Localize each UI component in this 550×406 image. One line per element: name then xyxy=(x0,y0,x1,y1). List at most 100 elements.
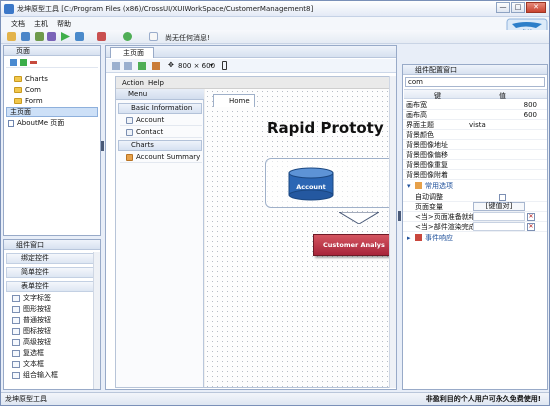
prop-auto-adjust[interactable]: 自动调整 xyxy=(403,192,547,202)
tab-main-page[interactable]: 主页面 xyxy=(110,47,154,58)
prop-on-ready[interactable]: <当>页面准备就绪 ✕ xyxy=(403,212,547,222)
prototype-frame: Action Help Menu Basic Information Accou… xyxy=(115,76,393,388)
minimize-button[interactable]: — xyxy=(496,2,510,13)
config-header-row: 键 值 xyxy=(404,89,547,100)
advanced-button-icon xyxy=(12,339,20,346)
component-button[interactable]: 普通按钮 xyxy=(12,315,51,326)
preview-icon[interactable] xyxy=(152,62,160,70)
combo-input-icon xyxy=(12,372,20,379)
page-vars-value[interactable]: [键值对] xyxy=(473,202,525,211)
group-basic-information[interactable]: Basic Information xyxy=(118,103,202,114)
component-advanced-button[interactable]: 高级按钮 xyxy=(12,337,51,348)
editor-area: 主页面 ✥ 800 × 600 ▾ Action Help Menu Basic… xyxy=(105,45,397,390)
tree-item-aboutme[interactable]: AboutMe 页面 xyxy=(8,118,64,128)
deploy-icon[interactable] xyxy=(75,32,84,41)
right-splitter-handle[interactable] xyxy=(398,211,401,221)
section-common-options[interactable]: ▾ 常用选项 xyxy=(403,181,547,191)
prop-bg-offset[interactable]: 背景图像偏移 xyxy=(403,150,547,160)
menu-help[interactable]: 帮助 xyxy=(57,19,71,29)
tree-item-form[interactable]: Form xyxy=(14,96,43,106)
prototype-sidebar-title: Menu xyxy=(116,89,204,100)
section-simple-controls[interactable]: 简单控件 xyxy=(6,267,100,278)
globe-icon[interactable] xyxy=(123,32,132,41)
tree-item-main-page[interactable]: 主页面 xyxy=(6,107,98,117)
save-all-icon[interactable] xyxy=(47,32,56,41)
prop-canvas-height[interactable]: 画布高 600 xyxy=(403,110,547,120)
prop-bg-repeat[interactable]: 背景图像重复 xyxy=(403,160,547,170)
left-splitter-handle[interactable] xyxy=(101,141,104,151)
open-icon[interactable] xyxy=(21,32,30,41)
component-combo-input[interactable]: 组合输入框 xyxy=(12,370,58,381)
database-shape[interactable]: Account xyxy=(288,167,334,201)
events-icon xyxy=(415,234,422,241)
prop-bg-attach[interactable]: 背景图像附着 xyxy=(403,170,547,180)
status-right: 非盈利目的个人用户可永久免费使用! xyxy=(425,395,541,403)
component-textbox[interactable]: 文本框 xyxy=(12,359,44,370)
size-dropdown-icon[interactable]: ▾ xyxy=(210,62,213,69)
message-icon xyxy=(149,32,158,41)
status-message: 尚无任何消息! xyxy=(165,34,210,42)
window-title: 龙坤原型工具 [C:/Program Files (x86)/CrossUI/X… xyxy=(17,5,314,13)
tree-item-charts[interactable]: Charts xyxy=(14,74,48,84)
prototype-canvas: Home Rapid Prototy Account Customer Anal… xyxy=(205,89,392,387)
new-icon[interactable] xyxy=(7,32,16,41)
prop-canvas-width[interactable]: 画布宽 800 xyxy=(403,100,547,110)
nav-account-summary[interactable]: Account Summary xyxy=(120,152,202,163)
component-image-button[interactable]: 图形按钮 xyxy=(12,304,51,315)
component-text-label[interactable]: 文字标签 xyxy=(12,293,51,304)
proto-menu-help[interactable]: Help xyxy=(148,79,164,87)
main-toolbar: 尚无任何消息! xyxy=(1,30,549,44)
device-icon[interactable] xyxy=(222,61,227,70)
save-icon[interactable] xyxy=(35,32,44,41)
nav-account[interactable]: Account xyxy=(120,115,202,126)
section-events[interactable]: ▸ 事件响应 xyxy=(403,233,547,243)
on-render-field[interactable] xyxy=(473,222,525,231)
on-ready-field[interactable] xyxy=(473,212,525,221)
section-form-controls[interactable]: 表单控件 xyxy=(6,281,100,292)
proto-menu-action[interactable]: Action xyxy=(122,79,144,87)
app-icon xyxy=(4,4,14,14)
decision-shape[interactable] xyxy=(339,212,379,224)
prop-bg-image[interactable]: 背景图像地址 xyxy=(403,140,547,150)
customer-analysis-button[interactable]: Customer Analys xyxy=(313,234,392,256)
components-scrollbar[interactable] xyxy=(93,252,100,389)
editor-scrollbar[interactable] xyxy=(389,76,396,388)
section-binding-controls[interactable]: 绑定控件 xyxy=(6,253,100,264)
image-button-icon xyxy=(12,306,20,313)
clear-icon[interactable]: ✕ xyxy=(527,213,535,221)
prop-bg-color[interactable]: 背景颜色 xyxy=(403,130,547,140)
auto-adjust-checkbox[interactable] xyxy=(499,194,506,201)
add-folder-icon[interactable] xyxy=(20,59,27,66)
run-icon[interactable] xyxy=(61,32,70,41)
tab-home[interactable]: Home xyxy=(213,94,255,107)
prop-theme[interactable]: 界面主题 vista xyxy=(403,120,547,130)
chart-tool-icon[interactable] xyxy=(97,32,106,41)
config-search-input[interactable]: com xyxy=(405,77,545,87)
clear-icon[interactable]: ✕ xyxy=(527,223,535,231)
refresh-icon[interactable] xyxy=(138,62,146,70)
forward-icon[interactable] xyxy=(124,62,132,70)
component-checkbox[interactable]: 复选框 xyxy=(12,348,44,359)
components-panel: 组件窗口 绑定控件 简单控件 表单控件 文字标签 图形按钮 普通按钮 图标按钮 … xyxy=(3,239,101,390)
icon-button-icon xyxy=(12,328,20,335)
pages-panel-title: 页面 xyxy=(4,46,100,56)
component-icon-button[interactable]: 图标按钮 xyxy=(12,326,51,337)
menu-document[interactable]: 文档 xyxy=(11,19,25,29)
delete-icon[interactable] xyxy=(30,61,37,64)
tree-item-com[interactable]: Com xyxy=(14,85,41,95)
pages-mini-toolbar xyxy=(6,58,98,68)
app-window: 龙坤原型工具 [C:/Program Files (x86)/CrossUI/X… xyxy=(0,0,550,406)
title-bar: 龙坤原型工具 [C:/Program Files (x86)/CrossUI/X… xyxy=(1,1,549,17)
prop-on-render[interactable]: <当>部件渲染完成 ✕ xyxy=(403,222,547,232)
move-icon[interactable]: ✥ xyxy=(168,61,174,69)
back-icon[interactable] xyxy=(112,62,120,70)
nav-contact[interactable]: Contact xyxy=(120,127,202,138)
group-charts[interactable]: Charts xyxy=(118,140,202,151)
menu-host[interactable]: 主机 xyxy=(34,19,48,29)
prototype-sidebar: Menu Basic Information Account Contact C… xyxy=(116,89,204,387)
prop-page-vars[interactable]: 页面变量 [键值对] xyxy=(403,202,547,212)
close-button[interactable]: ✕ xyxy=(526,2,546,13)
maximize-button[interactable]: □ xyxy=(511,2,525,13)
checkbox-icon xyxy=(12,350,20,357)
add-page-icon[interactable] xyxy=(10,59,17,66)
